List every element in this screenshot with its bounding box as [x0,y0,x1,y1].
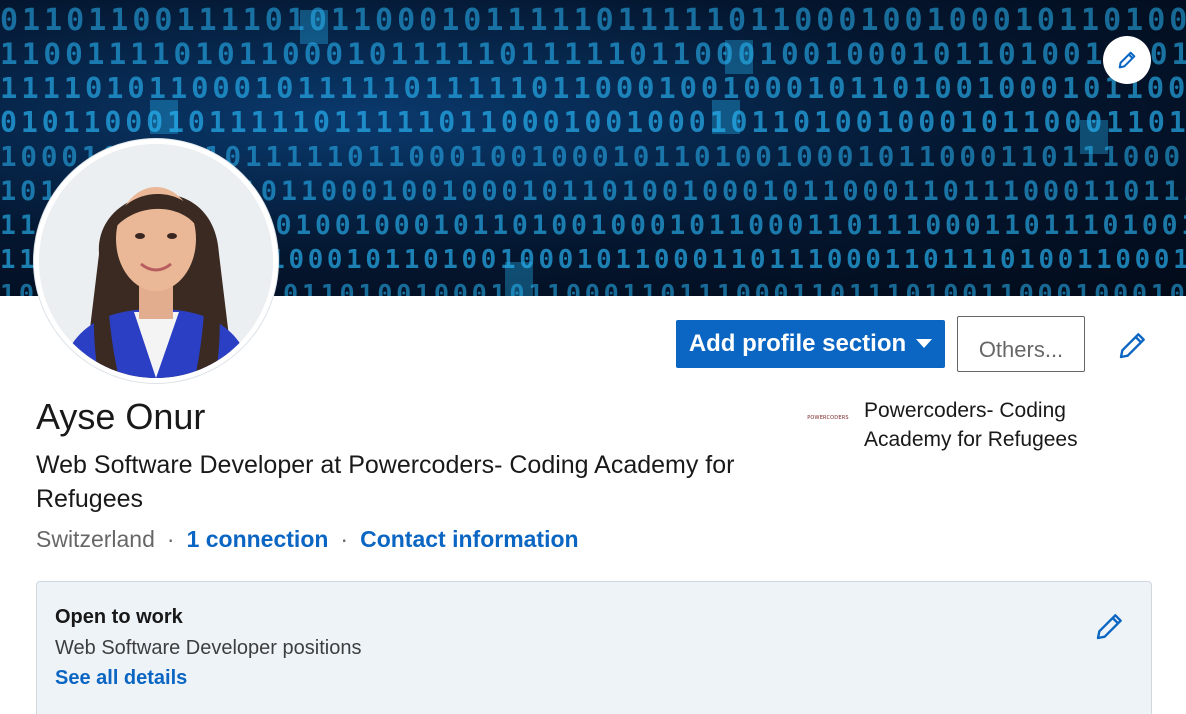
connections-link[interactable]: 1 connection [187,526,329,553]
location: Switzerland [36,526,155,552]
binary-row: 1111010110001011111011111011000100100010… [0,71,1186,105]
add-profile-section-label: Add profile section [688,330,907,357]
pencil-icon [1096,614,1122,640]
binary-highlight [150,100,178,134]
avatar [39,144,273,378]
separator-dot: · [166,526,175,552]
binary-row: 0110110011110101100010111110111110110001… [0,3,1186,38]
caret-down-icon [916,339,933,348]
company-name[interactable]: Powercoders- Coding Academy for Refugees [864,396,1094,454]
open-to-work-card: Open to work Web Software Developer posi… [36,581,1152,714]
profile-meta: Switzerland · 1 connection · Contact inf… [36,526,579,553]
binary-highlight [725,40,753,74]
contact-info-link[interactable]: Contact information [360,526,579,553]
binary-row: 1100111101011000101111101111101100010010… [0,37,1186,71]
intro-edit-button[interactable] [1114,326,1152,364]
separator-dot: · [340,526,349,552]
binary-highlight [1080,120,1108,154]
open-to-work-edit-button[interactable] [1090,606,1130,646]
binary-highlight [300,10,328,44]
company-logo-text: POWERCODERS [807,415,849,421]
binary-highlight [505,262,533,296]
open-to-work-title: Open to work [55,606,183,628]
profile-name: Ayse Onur [36,396,206,437]
pencil-icon [1118,51,1136,69]
current-company[interactable]: POWERCODERS Powercoders- Coding Academy … [806,396,1094,454]
others-button[interactable]: Others... [957,316,1085,372]
profile-photo[interactable] [34,139,278,383]
pencil-icon [1119,333,1145,359]
see-all-details-link[interactable]: See all details [55,667,187,690]
binary-highlight [712,100,740,134]
open-to-work-positions: Web Software Developer positions [55,637,362,659]
banner-edit-button[interactable] [1103,36,1151,84]
add-profile-section-button[interactable]: Add profile section [676,320,945,368]
others-label: Others... [978,337,1064,362]
company-logo: POWERCODERS [806,396,850,440]
profile-headline: Web Software Developer at Powercoders- C… [36,451,735,513]
